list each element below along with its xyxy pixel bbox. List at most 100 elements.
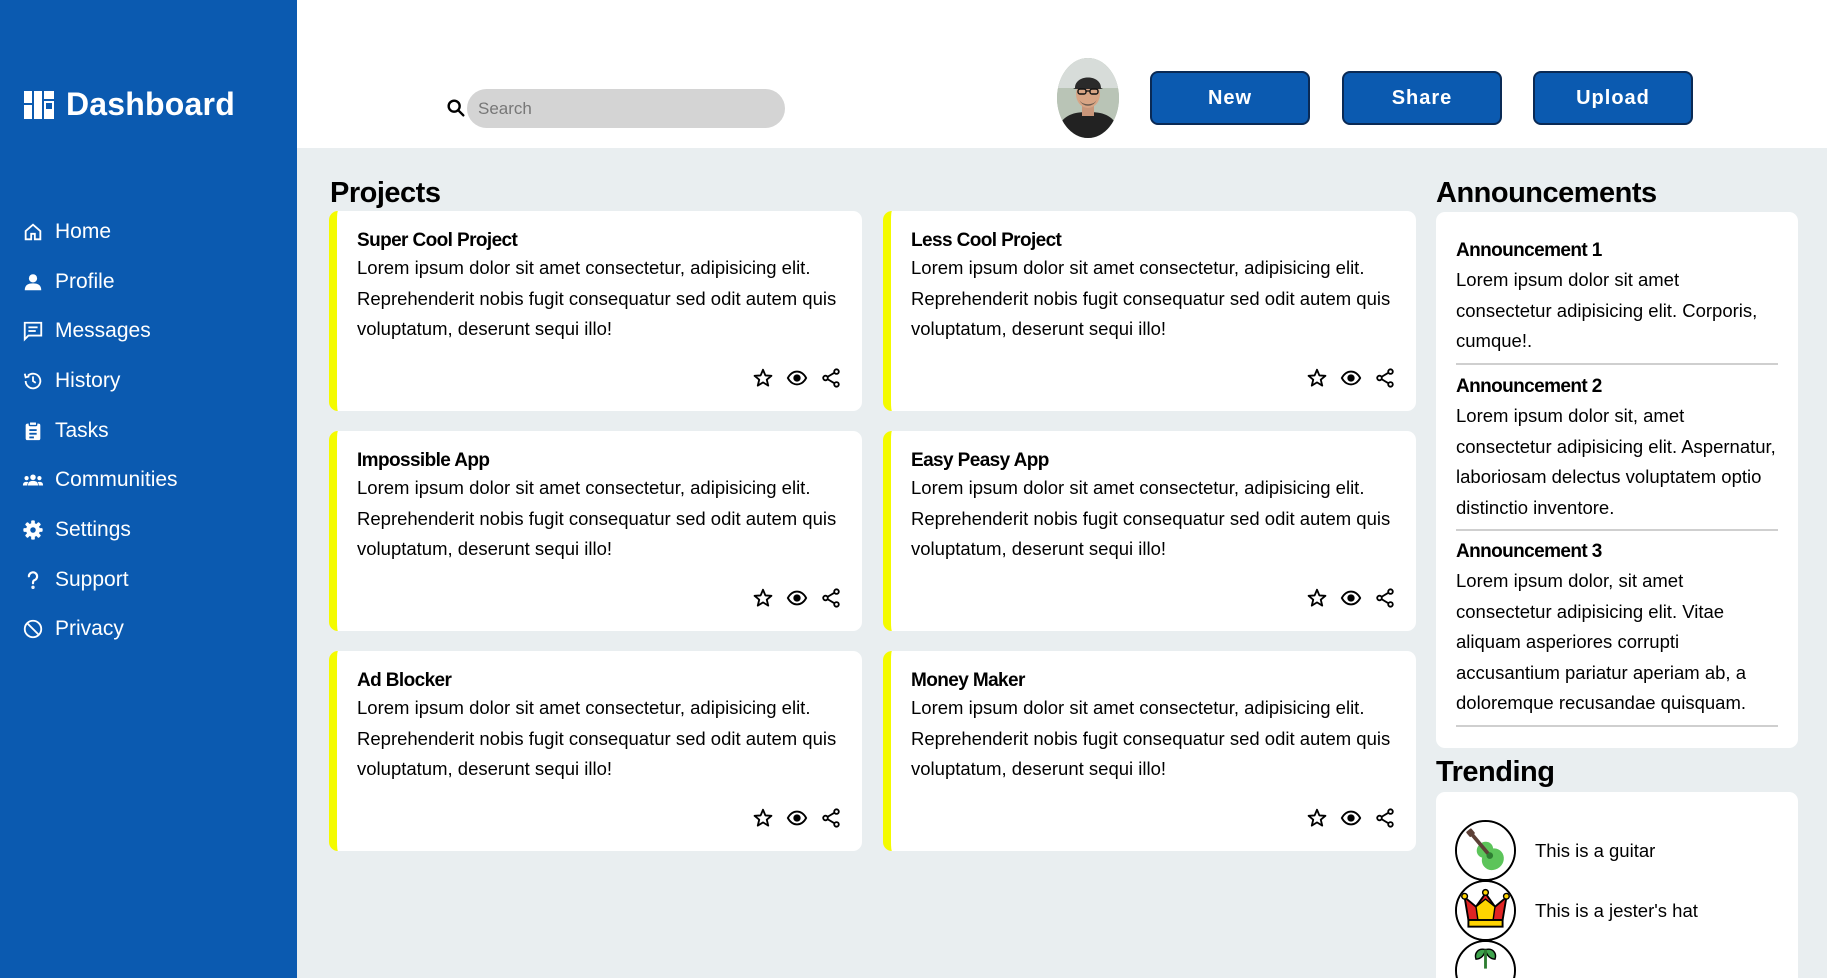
share-icon[interactable] (1374, 807, 1396, 829)
trending-item[interactable]: This is a guitar (1455, 820, 1655, 881)
star-icon[interactable] (1306, 587, 1328, 609)
trending-panel: This is a guitar This is a jester's hat (1436, 792, 1798, 978)
project-title: Super Cool Project (357, 230, 518, 251)
sidebar-nav: Home Profile Messages History Tasks Comm… (22, 207, 178, 654)
card-actions (752, 587, 842, 609)
search-input[interactable] (467, 89, 785, 128)
sidebar-item-label: Profile (55, 269, 115, 293)
sidebar-item-privacy[interactable]: Privacy (22, 605, 178, 655)
eye-icon[interactable] (1340, 807, 1362, 829)
project-card[interactable]: Super Cool Project Lorem ipsum dolor sit… (329, 211, 862, 411)
sidebar-item-label: Home (55, 219, 112, 243)
project-description: Lorem ipsum dolor sit amet consectetur, … (911, 257, 1391, 339)
upload-button[interactable]: Upload (1533, 71, 1693, 125)
clipboard-icon (22, 420, 44, 442)
card-actions (1306, 367, 1396, 389)
announcements-title: Announcements (1436, 177, 1657, 209)
project-title: Impossible App (357, 450, 490, 471)
trending-title: Trending (1436, 756, 1555, 788)
announcement-title: Announcement 2 (1456, 376, 1602, 397)
star-icon[interactable] (752, 807, 774, 829)
star-icon[interactable] (752, 587, 774, 609)
share-icon[interactable] (1374, 587, 1396, 609)
block-icon (22, 618, 44, 640)
projects-title: Projects (330, 177, 441, 209)
avatar[interactable] (1057, 58, 1119, 138)
project-card[interactable]: Less Cool Project Lorem ipsum dolor sit … (883, 211, 1416, 411)
project-title: Money Maker (911, 670, 1025, 691)
announcement-item[interactable]: Announcement 2 Lorem ipsum dolor sit, am… (1456, 375, 1778, 531)
card-actions (752, 367, 842, 389)
eye-icon[interactable] (786, 807, 808, 829)
star-icon[interactable] (752, 367, 774, 389)
announcement-title: Announcement 1 (1456, 240, 1602, 261)
dashboard-icon (24, 90, 54, 119)
plant-icon (1455, 940, 1516, 978)
share-icon[interactable] (1374, 367, 1396, 389)
person-icon (22, 271, 44, 293)
share-button[interactable]: Share (1342, 71, 1502, 125)
top-header: New Share Upload (297, 0, 1827, 148)
sidebar: Dashboard Home Profile Messages History (0, 0, 297, 978)
announcement-body: Lorem ipsum dolor sit, amet consectetur … (1456, 405, 1776, 518)
sidebar-item-tasks[interactable]: Tasks (22, 406, 178, 456)
sidebar-item-label: Privacy (55, 617, 124, 641)
sidebar-item-label: Communities (55, 468, 178, 492)
home-icon (22, 221, 44, 243)
trending-label: This is a guitar (1535, 839, 1656, 861)
project-title: Ad Blocker (357, 670, 452, 691)
star-icon[interactable] (1306, 367, 1328, 389)
star-icon[interactable] (1306, 807, 1328, 829)
announcement-body: Lorem ipsum dolor, sit amet consectetur … (1456, 570, 1747, 713)
project-card[interactable]: Money Maker Lorem ipsum dolor sit amet c… (883, 651, 1416, 851)
history-icon (22, 370, 44, 392)
search-icon[interactable] (445, 97, 467, 119)
sidebar-item-label: Support (55, 567, 129, 591)
sidebar-item-profile[interactable]: Profile (22, 257, 178, 307)
announcement-body: Lorem ipsum dolor sit amet consectetur a… (1456, 269, 1758, 351)
project-card[interactable]: Easy Peasy App Lorem ipsum dolor sit ame… (883, 431, 1416, 631)
new-button[interactable]: New (1150, 71, 1310, 125)
announcement-item[interactable]: Announcement 1 Lorem ipsum dolor sit ame… (1456, 239, 1778, 365)
gear-icon (22, 519, 44, 541)
card-actions (1306, 587, 1396, 609)
card-actions (752, 807, 842, 829)
sidebar-item-messages[interactable]: Messages (22, 306, 178, 356)
trending-label: This is a jester's hat (1535, 899, 1698, 921)
group-icon (22, 469, 44, 491)
guitar-icon (1455, 820, 1516, 881)
sidebar-item-home[interactable]: Home (22, 207, 178, 257)
sidebar-item-label: Settings (55, 517, 131, 541)
project-title: Less Cool Project (911, 230, 1062, 251)
share-icon[interactable] (820, 367, 842, 389)
announcements-panel: Announcement 1 Lorem ipsum dolor sit ame… (1436, 212, 1798, 748)
brand-title: Dashboard (66, 86, 235, 122)
share-icon[interactable] (820, 587, 842, 609)
jester-hat-icon (1455, 880, 1516, 941)
trending-item[interactable] (1455, 940, 1535, 978)
sidebar-item-label: Messages (55, 319, 151, 343)
project-description: Lorem ipsum dolor sit amet consectetur, … (357, 697, 837, 779)
eye-icon[interactable] (1340, 367, 1362, 389)
announcement-title: Announcement 3 (1456, 541, 1602, 562)
trending-item[interactable]: This is a jester's hat (1455, 880, 1698, 941)
brand[interactable]: Dashboard (24, 86, 235, 123)
message-icon (22, 320, 44, 342)
sidebar-item-label: Tasks (55, 418, 109, 442)
announcement-item[interactable]: Announcement 3 Lorem ipsum dolor, sit am… (1456, 540, 1778, 727)
eye-icon[interactable] (1340, 587, 1362, 609)
card-actions (1306, 807, 1396, 829)
project-description: Lorem ipsum dolor sit amet consectetur, … (911, 477, 1391, 559)
sidebar-item-settings[interactable]: Settings (22, 505, 178, 555)
eye-icon[interactable] (786, 367, 808, 389)
share-icon[interactable] (820, 807, 842, 829)
project-title: Easy Peasy App (911, 450, 1049, 471)
question-icon (22, 569, 44, 591)
project-card[interactable]: Impossible App Lorem ipsum dolor sit ame… (329, 431, 862, 631)
sidebar-item-support[interactable]: Support (22, 555, 178, 605)
sidebar-item-history[interactable]: History (22, 356, 178, 406)
project-card[interactable]: Ad Blocker Lorem ipsum dolor sit amet co… (329, 651, 862, 851)
eye-icon[interactable] (786, 587, 808, 609)
sidebar-item-communities[interactable]: Communities (22, 455, 178, 505)
project-description: Lorem ipsum dolor sit amet consectetur, … (357, 257, 837, 339)
